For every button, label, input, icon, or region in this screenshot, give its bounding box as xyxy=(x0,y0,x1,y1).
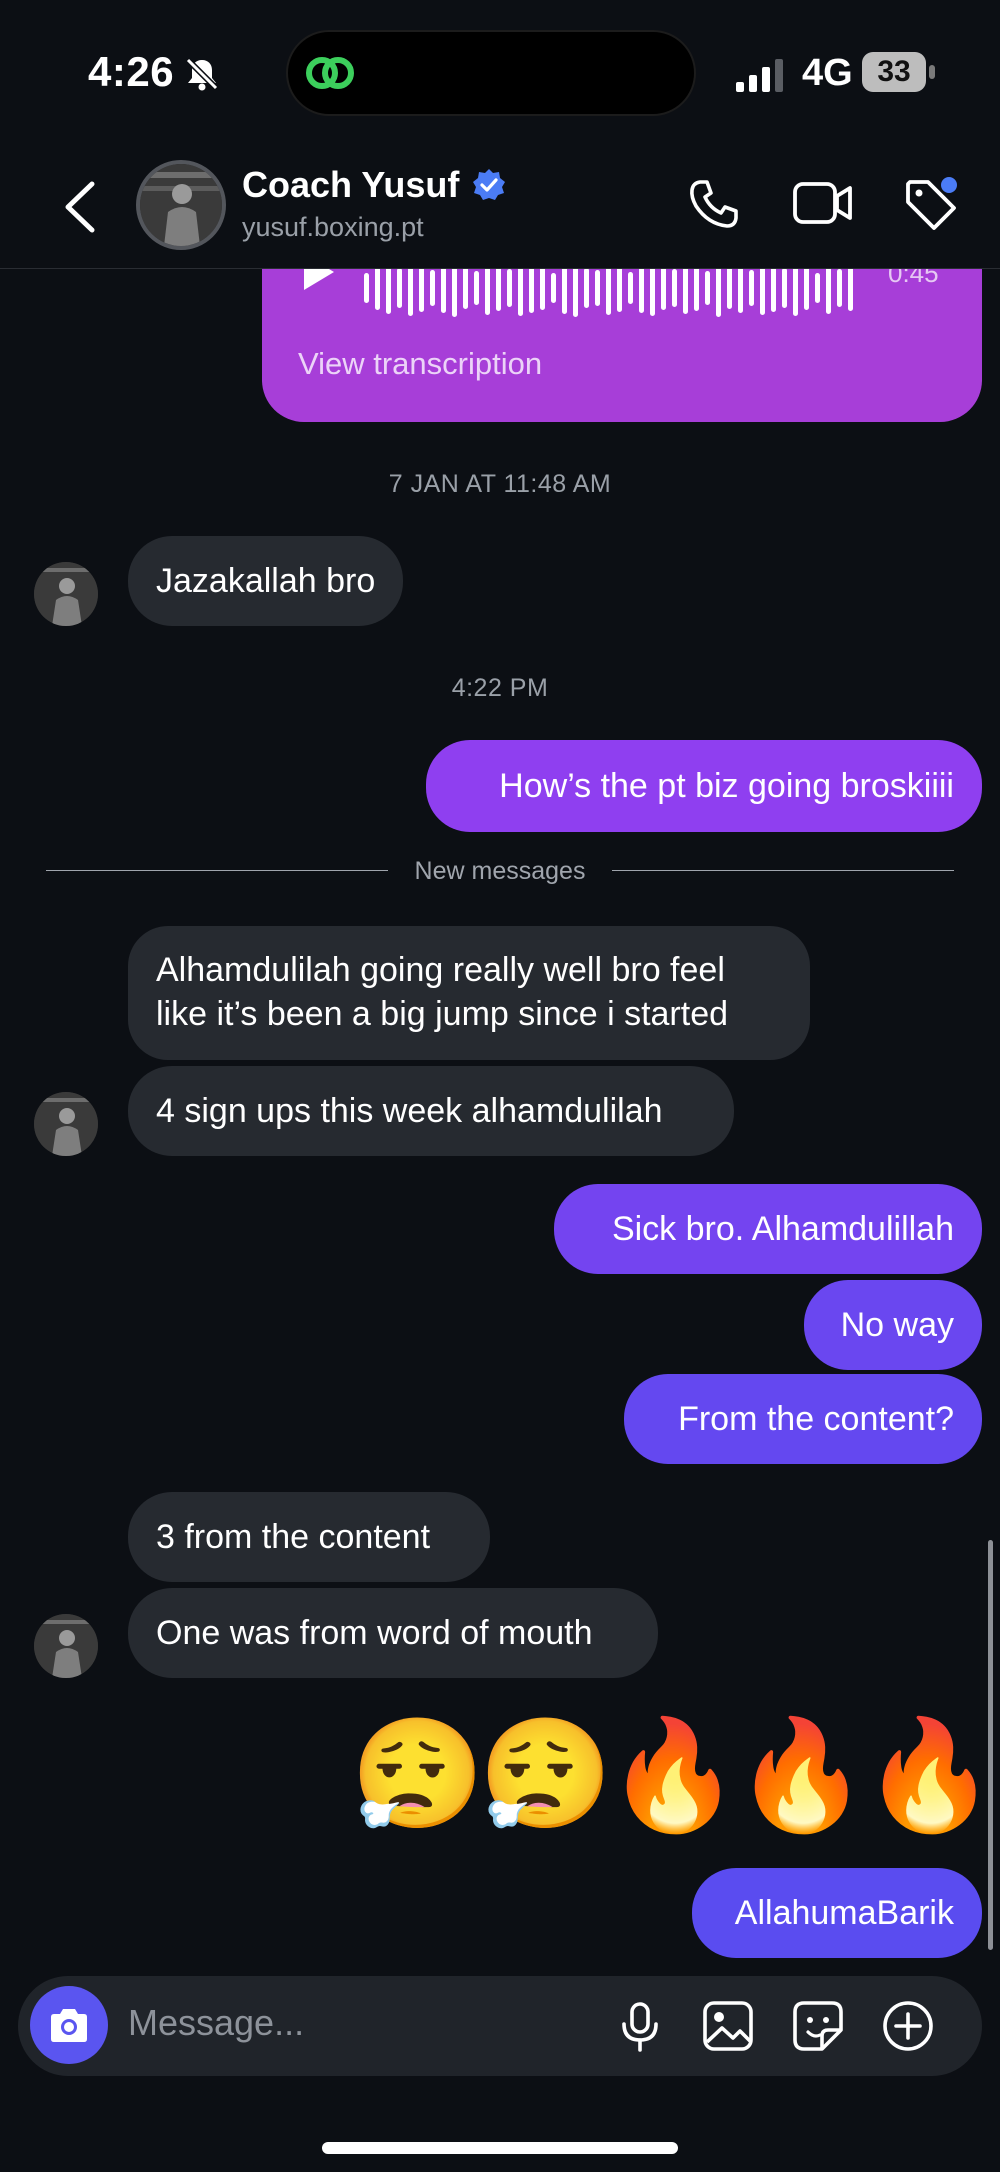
emoji-exhale-face[interactable]: 😮‍💨 xyxy=(350,1716,484,1836)
message-outgoing[interactable]: Sick bro. Alhamdulillah xyxy=(554,1184,982,1274)
waveform-bar xyxy=(694,265,699,311)
waveform-bar xyxy=(529,263,534,313)
home-indicator[interactable] xyxy=(322,2142,678,2154)
message-outgoing[interactable]: No way xyxy=(804,1280,982,1370)
message-incoming[interactable]: 4 sign ups this week alhamdulilah xyxy=(128,1066,734,1156)
avatar[interactable] xyxy=(34,1092,98,1156)
emoji-fire[interactable]: 🔥 xyxy=(734,1716,868,1836)
battery-level: 33 xyxy=(862,52,926,92)
waveform-bar xyxy=(782,268,787,308)
message-text: 3 from the content xyxy=(156,1518,431,1556)
camera-icon xyxy=(51,2009,87,2042)
waveform-bar xyxy=(441,263,446,313)
sticker-icon[interactable] xyxy=(790,1998,846,2054)
waveform-bar xyxy=(507,269,512,307)
waveform-bar xyxy=(848,265,853,311)
waveform-bar xyxy=(815,273,820,303)
message-text: Jazakallah bro xyxy=(156,562,376,600)
message-text: AllahumaBarik xyxy=(734,1894,954,1932)
waveform-bar xyxy=(496,265,501,311)
message-text: One was from word of mouth xyxy=(156,1614,593,1652)
waveform-bar xyxy=(606,261,611,315)
message-input[interactable]: Message... xyxy=(128,2002,304,2044)
link-icon xyxy=(306,57,354,89)
waveform-bar xyxy=(375,266,380,310)
waveform-bar xyxy=(540,266,545,310)
message-text: 4 sign ups this week alhamdulilah xyxy=(156,1092,663,1130)
waveform-bar xyxy=(749,270,754,306)
message-text: No way xyxy=(840,1306,954,1344)
waveform-bar xyxy=(705,271,710,305)
waveform-bar xyxy=(617,264,622,312)
waveform-bar xyxy=(463,267,468,309)
waveform-bar xyxy=(551,273,556,303)
signal-icon xyxy=(736,59,783,92)
message-text: How’s the pt biz going broskiiii xyxy=(499,767,954,805)
waveform-bar xyxy=(760,261,765,315)
new-messages-divider: New messages xyxy=(414,857,586,885)
network-type: 4G xyxy=(802,52,853,94)
plus-icon[interactable] xyxy=(880,1998,936,2054)
waveform-bar xyxy=(661,266,666,310)
contact-handle: yusuf.boxing.pt xyxy=(242,212,424,242)
message-outgoing[interactable]: How’s the pt biz going broskiiii xyxy=(426,740,982,832)
message-incoming[interactable]: One was from word of mouth xyxy=(128,1588,658,1678)
waveform-bar xyxy=(430,270,435,306)
waveform-bar xyxy=(485,261,490,315)
waveform-bar xyxy=(771,264,776,312)
message-incoming[interactable]: Jazakallah bro xyxy=(128,536,404,626)
waveform-bar xyxy=(386,262,391,314)
emoji-exhale-face[interactable]: 😮‍💨 xyxy=(478,1716,612,1836)
back-icon[interactable] xyxy=(58,180,102,234)
message-incoming[interactable]: 3 from the content xyxy=(128,1492,490,1582)
waveform-bar xyxy=(639,263,644,313)
contact-name[interactable]: Coach Yusuf xyxy=(242,164,459,206)
waveform-bar xyxy=(364,273,369,303)
verified-icon xyxy=(473,169,505,200)
video-icon[interactable] xyxy=(792,178,854,228)
message-text: From the content? xyxy=(678,1400,954,1438)
waveform-bar xyxy=(738,263,743,313)
message-text: Sick bro. Alhamdulillah xyxy=(611,1210,954,1248)
mic-icon[interactable] xyxy=(612,1998,668,2054)
bell-slash-icon xyxy=(185,57,219,91)
waveform-bar xyxy=(727,267,732,309)
phone-icon[interactable] xyxy=(686,176,742,232)
waveform-bar xyxy=(562,262,567,314)
waveform-bar xyxy=(397,268,402,308)
status-time: 4:26 xyxy=(88,48,175,95)
camera-button[interactable] xyxy=(30,1986,108,2064)
message-incoming[interactable]: Alhamdulilah going really well bro feel … xyxy=(128,926,810,1060)
avatar[interactable] xyxy=(136,160,226,250)
emoji-fire[interactable]: 🔥 xyxy=(606,1716,740,1836)
waveform-bar xyxy=(672,269,677,307)
timestamp: 4:22 PM xyxy=(451,674,549,702)
message-outgoing[interactable]: AllahumaBarik xyxy=(692,1868,982,1958)
waveform-bar xyxy=(474,271,479,305)
battery-icon: 33 xyxy=(862,52,936,94)
waveform-bar xyxy=(628,272,633,304)
message-outgoing[interactable]: From the content? xyxy=(624,1374,982,1464)
waveform-bar xyxy=(804,266,809,310)
waveform-bar xyxy=(595,270,600,306)
waveform-bar xyxy=(837,269,842,307)
avatar[interactable] xyxy=(34,562,98,626)
waveform-bar xyxy=(584,268,589,308)
waveform-bar xyxy=(826,262,831,314)
gallery-icon[interactable] xyxy=(700,1998,756,2054)
message-text: Alhamdulilah going really well bro feel … xyxy=(156,951,729,1033)
waveform-bar xyxy=(419,264,424,312)
timestamp: 7 JAN AT 11:48 AM xyxy=(388,470,612,498)
waveform-bar xyxy=(683,262,688,314)
scrollbar[interactable] xyxy=(988,1540,993,1950)
tag-icon[interactable] xyxy=(900,174,960,234)
avatar[interactable] xyxy=(34,1614,98,1678)
view-transcription-link[interactable]: View transcription xyxy=(298,346,542,382)
emoji-fire[interactable]: 🔥 xyxy=(862,1716,996,1836)
